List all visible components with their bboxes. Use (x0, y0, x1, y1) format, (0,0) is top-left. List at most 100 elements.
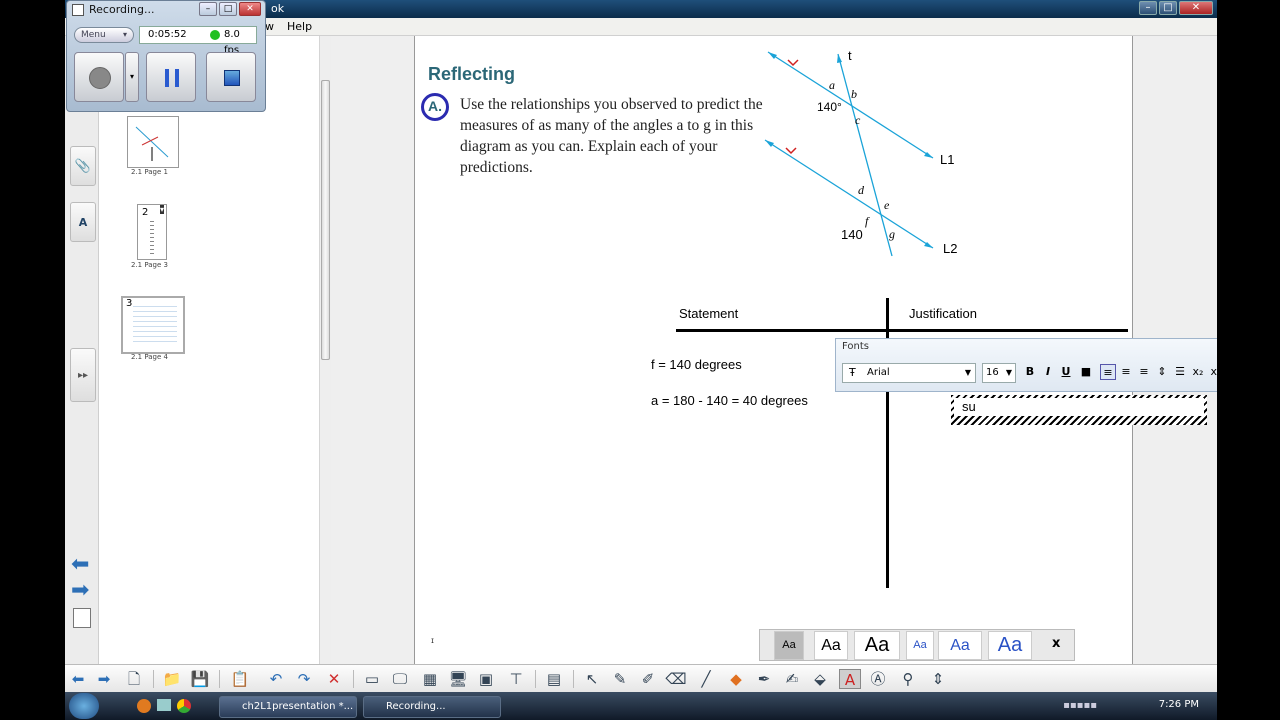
page-thumbnail[interactable]: 2 ▾ (137, 204, 167, 260)
recorder-menu-label: Menu (81, 30, 106, 40)
bold-button[interactable]: B (1022, 364, 1038, 380)
measure-tools-icon[interactable]: ⚲ (897, 669, 919, 689)
underline-button[interactable]: U (1058, 364, 1074, 380)
recorder-restore-button[interactable]: □ (219, 2, 237, 16)
select-arrow-icon[interactable]: ↖ (581, 669, 603, 689)
delete-icon[interactable]: ✕ (323, 669, 345, 689)
add-page-icon[interactable]: 🗋 (123, 669, 145, 689)
recording-widget: Recording... – □ ✕ Menu ▾ 0:05:52 8.0 fp… (66, 0, 266, 112)
font-family-select[interactable]: Arial Ŧ ▼ (842, 363, 976, 383)
next-page-icon[interactable]: ➡ (93, 669, 115, 689)
taskbar-item-presentation[interactable]: ch2L1presentation *... (219, 696, 357, 718)
bullet-list-icon[interactable]: ☰ (1172, 364, 1188, 380)
italic-button[interactable]: I (1040, 364, 1056, 380)
menu-item-help[interactable]: Help (287, 20, 312, 33)
text-format-icon[interactable]: Ⓐ (867, 669, 889, 689)
undo-icon[interactable]: ↶ (265, 669, 287, 689)
move-toolbar-icon[interactable]: ⇕ (927, 669, 949, 689)
recorder-close-button[interactable]: ✕ (239, 2, 261, 16)
record-options-dropdown[interactable]: ▾ (125, 52, 139, 102)
line-icon[interactable]: ╱ (695, 669, 717, 689)
line-spacing-icon[interactable]: ⇕ (1154, 364, 1170, 380)
record-button[interactable] (74, 52, 124, 102)
text-input-field[interactable]: su (954, 398, 1204, 416)
text-input-box[interactable]: su (951, 395, 1207, 425)
toolbar-separator (573, 670, 574, 688)
menu-item-view[interactable]: w (265, 20, 274, 33)
maximize-button[interactable]: □ (1159, 1, 1177, 15)
font-size-value: 16 (986, 367, 999, 378)
pen-icon[interactable]: ✎ (609, 669, 631, 689)
clock: 7:26 PM (1158, 699, 1199, 710)
redo-icon[interactable]: ↷ (293, 669, 315, 689)
stop-icon (224, 70, 240, 86)
align-right-icon[interactable]: ≡ (1136, 364, 1152, 380)
line2-label: L2 (943, 241, 957, 256)
display-icon[interactable]: 🖥 (447, 669, 469, 689)
screen-shade-icon[interactable]: ▭ (361, 669, 383, 689)
page-thumbnail[interactable]: 3 (121, 296, 185, 354)
parallel-mark-l2 (785, 147, 797, 155)
highlighter-icon[interactable]: ✍ (781, 669, 803, 689)
main-toolbar: ⬅ ➡ 🗋 📁 💾 📋 ↶ ↷ ✕ ▭ 🖵 ▦ 🖥 ▣ ⊤ ▤ ↖ ✎ ✐ ⌫ … (65, 664, 1217, 692)
font-style-option[interactable]: Aa (854, 631, 900, 660)
paste-icon[interactable]: 📋 (229, 669, 251, 689)
superscript-icon[interactable]: x² (1208, 364, 1217, 380)
next-page-arrow-icon[interactable]: ➡ (71, 578, 89, 603)
start-button-icon[interactable] (69, 693, 99, 719)
taskbar-item-recording[interactable]: Recording... (363, 696, 501, 718)
transparent-background-icon[interactable]: ▦ (419, 669, 441, 689)
scrollbar-thumb[interactable] (321, 80, 330, 360)
creative-pen-icon[interactable]: ✐ (637, 669, 659, 689)
angle-140-bottom: 140 (841, 227, 863, 242)
text-tool-icon[interactable]: A (839, 669, 861, 689)
firefox-icon[interactable] (137, 699, 151, 713)
font-style-option[interactable]: Aa (774, 631, 804, 660)
chevron-down-icon: ▼ (1005, 368, 1012, 377)
save-icon[interactable]: 💾 (189, 669, 211, 689)
pause-button[interactable] (146, 52, 196, 102)
recording-status-icon (210, 30, 220, 40)
page-thumbnail[interactable] (127, 116, 179, 168)
font-style-option[interactable]: Aa (938, 631, 982, 660)
open-folder-icon[interactable]: 📁 (161, 669, 183, 689)
thumbnail-number: 2 (142, 207, 149, 218)
toolbar-separator (153, 670, 154, 688)
align-center-icon[interactable]: ≡ (1118, 364, 1134, 380)
font-size-select[interactable]: 16 ▼ (982, 363, 1016, 383)
previous-page-icon[interactable]: ⬅ (67, 669, 89, 689)
table-icon[interactable]: ▤ (543, 669, 565, 689)
thumbnail-menu-icon[interactable]: ▾ (159, 205, 164, 214)
font-style-option[interactable]: Aa (988, 631, 1032, 660)
tools-icon[interactable]: ⊤ (505, 669, 527, 689)
thumbnail-preview (133, 306, 177, 346)
recorder-menu-button[interactable]: Menu ▾ (74, 27, 134, 43)
eraser-icon[interactable]: ⌫ (665, 669, 687, 689)
magic-pen-icon[interactable]: ✒ (753, 669, 775, 689)
close-window-button[interactable]: ✕ (1179, 1, 1213, 15)
minimize-button[interactable]: – (1139, 1, 1157, 15)
font-style-option[interactable]: Aa (906, 631, 934, 660)
recorder-title: Recording... (89, 3, 155, 16)
taskbar-item-label: ch2L1presentation *... (242, 701, 354, 712)
auto-hide-tab[interactable]: ▸▸ (70, 348, 96, 402)
align-left-icon[interactable]: ≡ (1100, 364, 1116, 380)
font-style-bar-close-button[interactable]: x (1052, 636, 1060, 651)
text-color-button[interactable]: ■ (1078, 364, 1094, 380)
line1-label: L1 (940, 152, 954, 167)
add-page-icon[interactable] (73, 608, 91, 628)
previous-page-arrow-icon[interactable]: ⬅ (71, 552, 89, 577)
desktop-icon[interactable] (157, 699, 171, 711)
chrome-icon[interactable] (177, 699, 191, 713)
properties-tab[interactable]: A (70, 202, 96, 242)
recorder-minimize-button[interactable]: – (199, 2, 217, 16)
shapes-icon[interactable]: ◆ (725, 669, 747, 689)
subscript-icon[interactable]: x₂ (1190, 364, 1206, 380)
full-screen-icon[interactable]: 🖵 (389, 669, 411, 689)
attachments-tab[interactable]: 📎 (70, 146, 96, 186)
font-style-option[interactable]: Aa (814, 631, 848, 660)
fill-icon[interactable]: ⬙ (809, 669, 831, 689)
stop-button[interactable] (206, 52, 256, 102)
sorter-scrollbar[interactable] (319, 36, 331, 664)
screen-capture-icon[interactable]: ▣ (475, 669, 497, 689)
